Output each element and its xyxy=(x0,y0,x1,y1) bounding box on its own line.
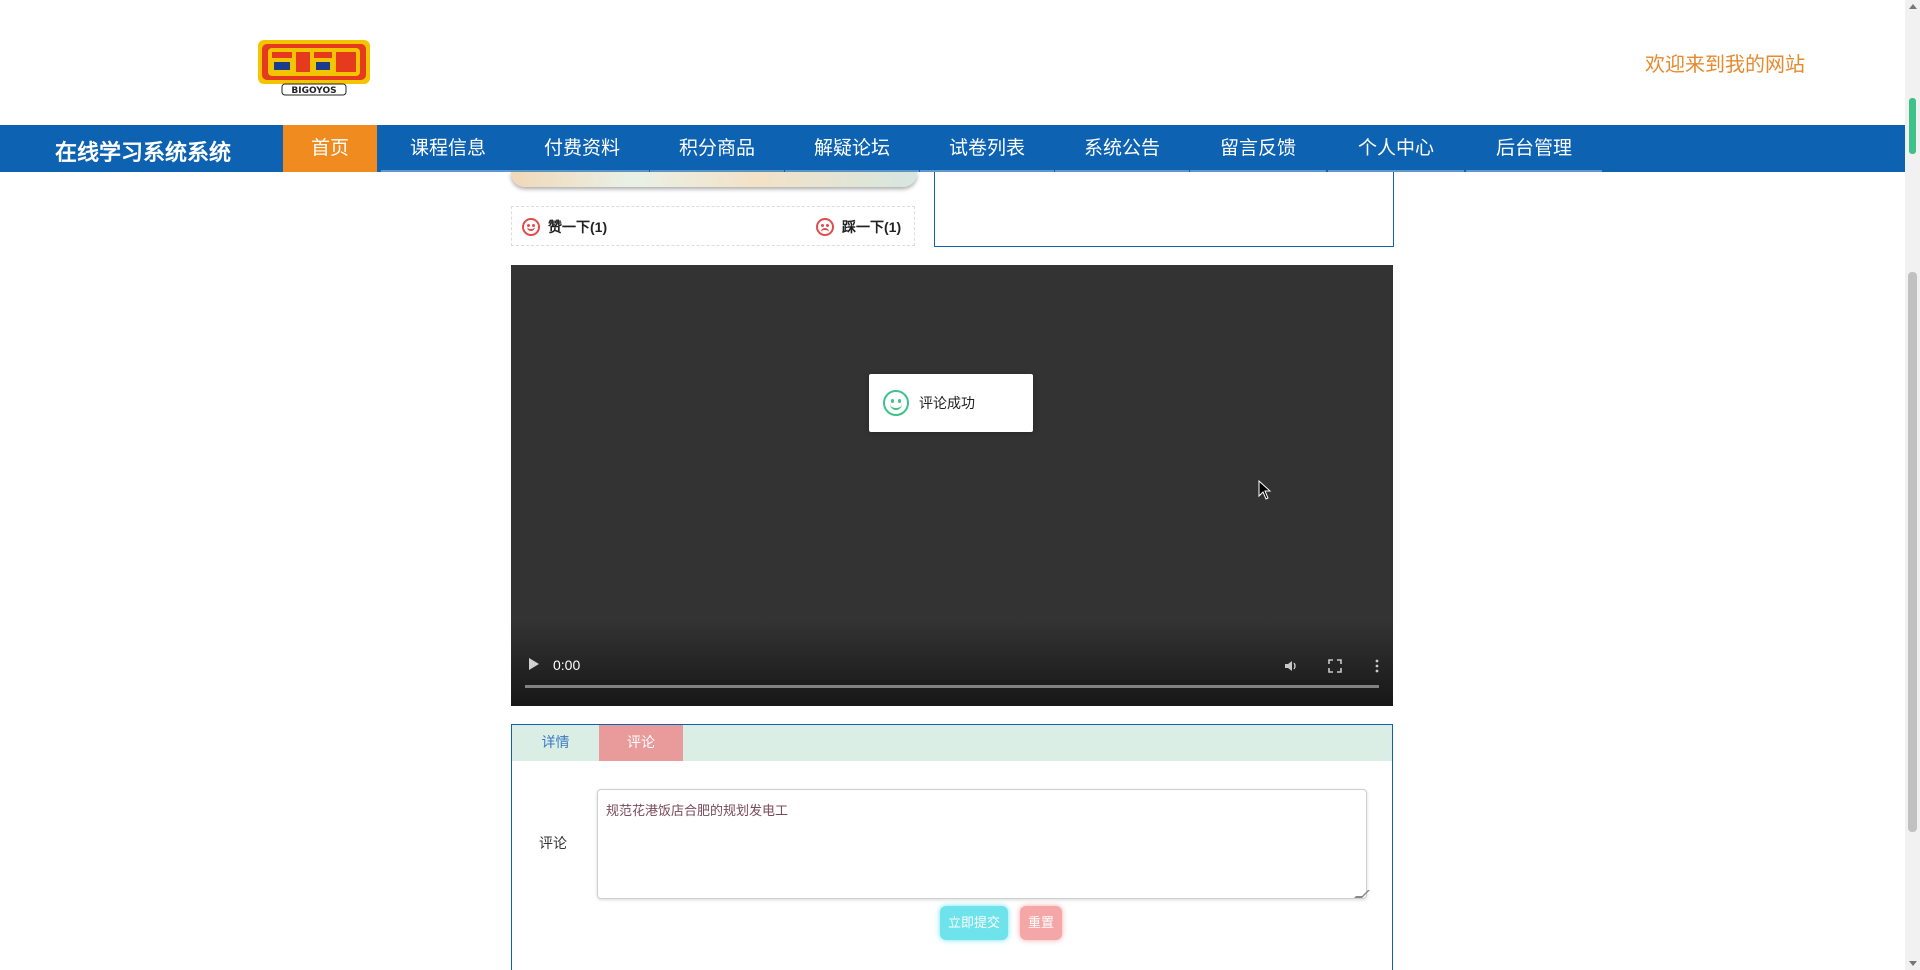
scroll-up-arrow-icon[interactable] xyxy=(1909,4,1917,9)
main-nav: 在线学习系统系统 首页 课程信息 付费资料 积分商品 解疑论坛 试卷列表 系统公… xyxy=(0,125,1905,172)
welcome-text: 欢迎来到我的网站 xyxy=(1645,52,1805,76)
nav-item-courses[interactable]: 课程信息 xyxy=(381,125,515,172)
nav-item-admin-label: 后台管理 xyxy=(1495,137,1572,159)
info-panel xyxy=(934,172,1394,247)
nav-item-feedback-label: 留言反馈 xyxy=(1219,137,1296,159)
vote-bar: 赞一下(1) 踩一下(1) xyxy=(511,206,915,246)
success-smile-icon xyxy=(883,390,909,416)
play-icon[interactable] xyxy=(529,658,539,670)
nav-item-profile-label: 个人中心 xyxy=(1357,137,1434,159)
comment-label: 评论 xyxy=(539,836,567,852)
reset-button[interactable]: 重置 xyxy=(1020,906,1062,940)
nav-item-exam-list[interactable]: 试卷列表 xyxy=(920,125,1054,172)
tabs-header: 详情 评论 xyxy=(512,725,1392,761)
nav-item-courses-label: 课程信息 xyxy=(409,137,486,159)
more-options-icon[interactable] xyxy=(1369,658,1385,674)
nav-item-feedback[interactable]: 留言反馈 xyxy=(1190,125,1326,172)
nav-item-announcements[interactable]: 系统公告 xyxy=(1055,125,1189,172)
comment-textarea[interactable] xyxy=(597,789,1367,899)
nav-item-paid-materials[interactable]: 付费资料 xyxy=(515,125,649,172)
mouse-cursor-icon xyxy=(1258,480,1272,500)
volume-icon[interactable] xyxy=(1283,658,1299,674)
cover-image xyxy=(511,172,917,187)
nav-item-points-shop[interactable]: 积分商品 xyxy=(650,125,784,172)
tab-details[interactable]: 详情 xyxy=(512,725,599,761)
nav-item-underline xyxy=(1466,170,1602,172)
nav-item-points-shop-label: 积分商品 xyxy=(678,137,755,159)
scroll-thumb[interactable] xyxy=(1908,272,1917,832)
submit-button[interactable]: 立即提交 xyxy=(940,906,1008,940)
tab-comment[interactable]: 评论 xyxy=(599,725,683,761)
video-controls: 0:00 xyxy=(511,621,1393,706)
site-logo[interactable]: BIGOYOS xyxy=(254,34,374,96)
nav-item-home[interactable]: 首页 xyxy=(283,125,377,172)
video-time: 0:00 xyxy=(553,657,581,673)
dislike-button[interactable]: 踩一下(1) xyxy=(816,217,901,237)
fullscreen-icon[interactable] xyxy=(1327,658,1343,674)
nav-item-paid-materials-label: 付费资料 xyxy=(543,137,620,159)
video-progress-bar[interactable] xyxy=(525,685,1379,688)
toast-message: 评论成功 xyxy=(919,396,975,412)
site-brand[interactable]: 在线学习系统系统 xyxy=(55,135,231,167)
nav-item-exam-list-label: 试卷列表 xyxy=(948,137,1025,159)
scroll-down-arrow-icon[interactable] xyxy=(1909,961,1917,966)
tabs-panel: 详情 评论 评论 立即提交 重置 xyxy=(511,724,1393,970)
scroll-indicator xyxy=(1909,98,1916,154)
nav-item-forum-label: 解疑论坛 xyxy=(813,137,890,159)
nav-item-profile[interactable]: 个人中心 xyxy=(1328,125,1464,172)
nav-item-underline xyxy=(381,170,515,172)
like-label: 赞一下(1) xyxy=(548,219,608,235)
frown-icon xyxy=(816,218,834,236)
page-scrollbar[interactable] xyxy=(1905,0,1920,970)
nav-item-forum[interactable]: 解疑论坛 xyxy=(785,125,919,172)
like-button[interactable]: 赞一下(1) xyxy=(522,217,607,237)
nav-item-announcements-label: 系统公告 xyxy=(1083,137,1160,159)
smile-icon xyxy=(522,218,540,236)
nav-item-admin[interactable]: 后台管理 xyxy=(1466,125,1602,172)
dislike-label: 踩一下(1) xyxy=(842,219,902,235)
site-header: BIGOYOS 欢迎来到我的网站 xyxy=(0,0,1905,125)
success-toast: 评论成功 xyxy=(869,374,1033,432)
svg-text:BIGOYOS: BIGOYOS xyxy=(291,86,336,96)
